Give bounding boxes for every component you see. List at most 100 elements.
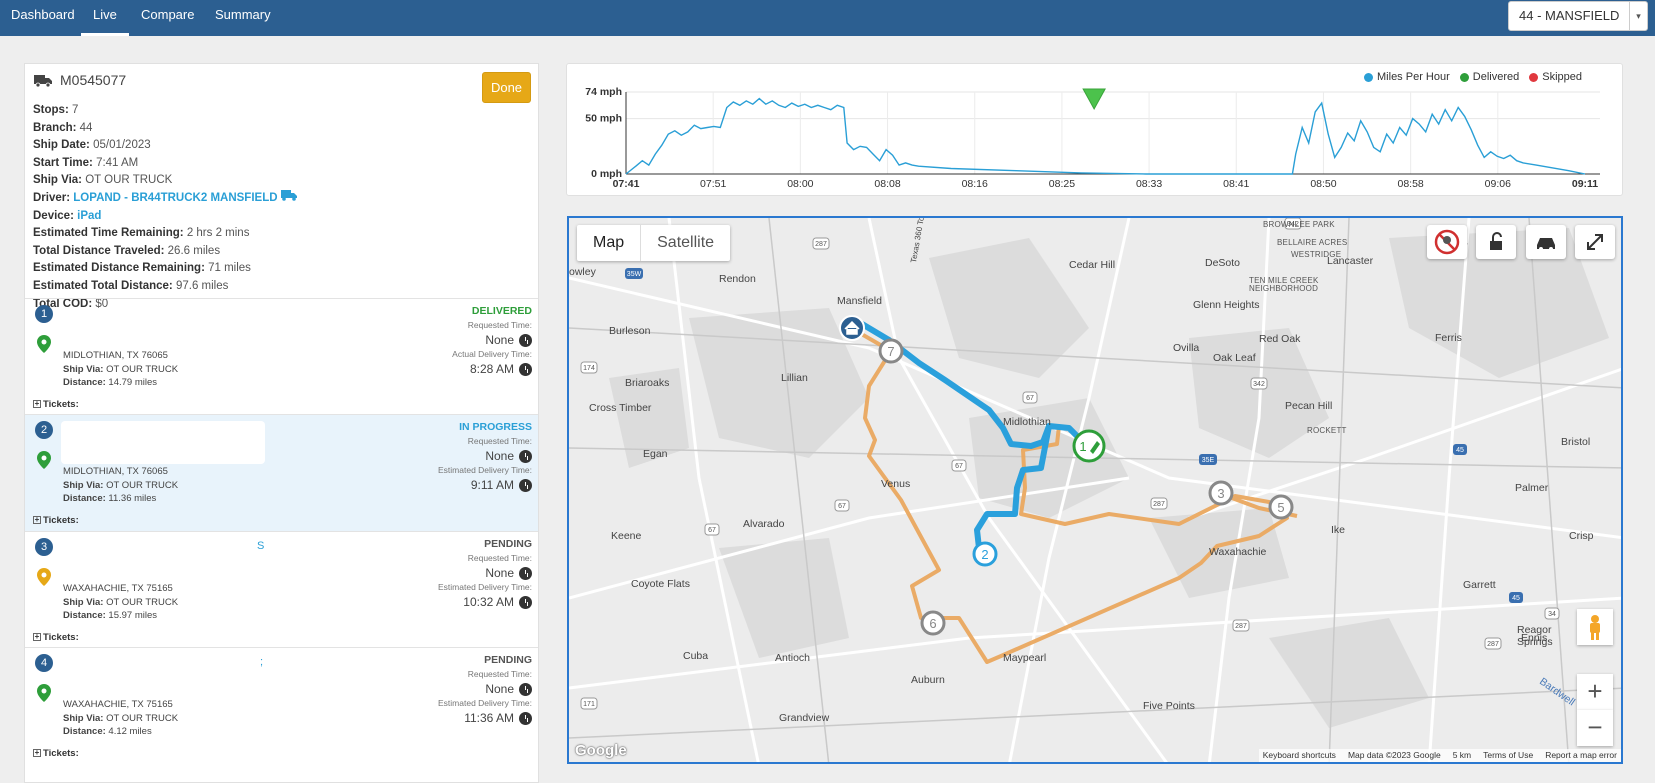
stop-address: MIDLOTHIAN, TX 76065 Ship Via: OT OUR TRU… <box>63 465 178 506</box>
svg-text:67: 67 <box>708 527 716 534</box>
clock-icon <box>519 334 532 347</box>
trip-field: Estimated Total Distance: 97.6 miles <box>33 278 297 296</box>
svg-text:34: 34 <box>1548 611 1556 618</box>
map-place-label: Rendon <box>719 273 756 285</box>
delivery-time-label: Estimated Delivery Time: <box>438 582 532 592</box>
route-map[interactable]: 7 1 2 3 5 6 287 35W 174 67 67 67 67 171 … <box>567 216 1623 764</box>
map-stop-5[interactable]: 5 <box>1268 494 1294 520</box>
street-view-pegman[interactable] <box>1577 609 1613 645</box>
plus-icon: + <box>33 748 41 758</box>
map-place-label: Waxahachie <box>1209 546 1267 558</box>
done-button[interactable]: Done <box>482 72 531 103</box>
tickets-toggle[interactable]: + Tickets: <box>33 632 79 643</box>
map-data-credit: Map data ©2023 Google <box>1347 750 1441 760</box>
stop-status-badge: IN PROGRESS <box>459 421 532 433</box>
follow-vehicle-button[interactable] <box>1526 225 1566 259</box>
stop-distance: 14.79 miles <box>108 377 157 388</box>
requested-time-label: Requested Time: <box>467 553 532 563</box>
map-place-label: Five Points <box>1143 700 1195 712</box>
pegman-icon <box>1590 615 1600 640</box>
unlock-button[interactable] <box>1476 225 1516 259</box>
trip-field-value: 26.6 miles <box>167 244 221 257</box>
trip-field-value: 7:41 AM <box>96 156 139 169</box>
trip-field-label: Start Time: <box>33 156 93 169</box>
map-stop-2[interactable]: 2 <box>972 541 998 567</box>
zoom-in-button[interactable]: + <box>1577 674 1613 710</box>
map-place-label: Egan <box>643 448 668 460</box>
map-area-label: BROWNLEE PARK <box>1263 220 1335 229</box>
no-tracking-button[interactable] <box>1427 225 1467 259</box>
trip-field-label: Stops: <box>33 104 69 116</box>
trip-field-link[interactable]: iPad <box>77 210 101 222</box>
svg-text:67: 67 <box>1026 395 1034 402</box>
scale-bar[interactable]: 5 km <box>1453 749 1471 762</box>
x-tick-label: 08:41 <box>1223 178 1249 190</box>
tickets-toggle[interactable]: + Tickets: <box>33 748 79 759</box>
keyboard-shortcuts-link[interactable]: Keyboard shortcuts <box>1263 749 1336 762</box>
report-error-link[interactable]: Report a map error <box>1545 749 1617 762</box>
map-place-label: Burleson <box>609 325 651 337</box>
map-place-label: Briaroaks <box>625 377 670 389</box>
map-place-label: Grandview <box>779 712 830 724</box>
trip-info: Stops: 7 Branch: 44 Ship Date: 05/01/2023 S… <box>33 102 297 313</box>
map-type-satellite-button[interactable]: Satellite <box>641 225 730 261</box>
trip-field-value: 05/01/2023 <box>93 139 151 152</box>
trip-field-label: Branch: <box>33 121 77 134</box>
trip-field-label: Estimated Distance Remaining: <box>33 262 205 275</box>
delivery-time-label: Actual Delivery Time: <box>452 349 532 359</box>
delivery-time-value: 11:36 AM <box>464 711 514 725</box>
stop-item[interactable]: 3 S WAXAHACHIE, TX 75165 Ship Via: OT OUR T… <box>25 531 538 648</box>
tab-compare[interactable]: Compare <box>141 0 194 36</box>
trip-id: M0545077 <box>60 72 127 88</box>
tab-summary[interactable]: Summary <box>215 0 271 36</box>
x-tick-label: 08:16 <box>962 178 988 190</box>
mph-series-line <box>625 97 1586 175</box>
unlock-icon <box>1490 232 1502 250</box>
map-type-control: Map Satellite <box>577 225 731 261</box>
delivery-time-label: Estimated Delivery Time: <box>438 698 532 708</box>
plus-icon: + <box>33 632 41 642</box>
stop-number-badge: 3 <box>35 538 53 556</box>
stop-item[interactable]: 1 MIDLOTHIAN, TX 76065 Ship Via: OT OUR TR… <box>25 298 538 415</box>
home-marker[interactable] <box>839 315 865 341</box>
fullscreen-button[interactable] <box>1575 225 1615 259</box>
svg-text:35W: 35W <box>627 271 642 278</box>
tickets-toggle[interactable]: + Tickets: <box>33 515 79 526</box>
map-area-label: NEIGHBORHOOD <box>1249 284 1319 293</box>
stop-item[interactable]: 4; WAXAHACHIE, TX 75165 Ship Via: OT OUR T… <box>25 647 538 764</box>
terms-link[interactable]: Terms of Use <box>1483 749 1533 762</box>
map-stop-3[interactable]: 3 <box>1208 480 1234 506</box>
chevron-down-icon: ▾ <box>1629 2 1647 30</box>
map-canvas: 7 1 2 3 5 6 287 35W 174 67 67 67 67 171 … <box>569 218 1621 762</box>
distance-label: Distance: <box>63 726 106 737</box>
y-tick-label: 50 mph <box>585 113 622 125</box>
map-place-label: Garrett <box>1463 579 1496 591</box>
tickets-toggle[interactable]: + Tickets: <box>33 399 79 410</box>
branch-select[interactable]: 44 - MANSFIELD ▾ <box>1508 1 1648 31</box>
stop-item[interactable]: 2 MIDLOTHIAN, TX 76065 Ship Via: OT OUR TR… <box>25 414 538 531</box>
svg-text:6: 6 <box>929 616 936 631</box>
tab-live[interactable]: Live <box>81 0 129 36</box>
trip-field-label: Estimated Time Remaining: <box>33 227 184 240</box>
zoom-out-button[interactable]: − <box>1577 710 1613 746</box>
delivery-time-value: 9:11 AM <box>470 478 514 492</box>
stop-status-badge: PENDING <box>484 654 532 666</box>
map-stop-6[interactable]: 6 <box>920 610 946 636</box>
tab-dashboard[interactable]: Dashboard <box>11 0 75 36</box>
google-logo: Google <box>575 742 627 759</box>
trip-field-value: OT OUR TRUCK <box>85 174 173 187</box>
map-place-label: Auburn <box>911 674 945 686</box>
x-tick-label: 07:51 <box>700 178 726 190</box>
map-place-label: Cedar Hill <box>1069 259 1116 271</box>
map-stop-1[interactable]: 1 <box>1072 429 1106 463</box>
stop-number-badge: 2 <box>35 421 53 439</box>
trip-field-link[interactable]: LOPAND - BR44TRUCK2 MANSFIELD <box>73 192 277 204</box>
tickets-label: Tickets: <box>43 399 79 410</box>
map-place-label: Alvarado <box>743 518 785 530</box>
stop-status-badge: PENDING <box>484 538 532 550</box>
clock-icon <box>519 479 532 492</box>
x-tick-label: 08:33 <box>1136 178 1162 190</box>
map-type-map-button[interactable]: Map <box>577 225 642 261</box>
map-stop-7[interactable]: 7 <box>878 338 904 364</box>
x-tick-label: 07:41 <box>613 178 640 190</box>
